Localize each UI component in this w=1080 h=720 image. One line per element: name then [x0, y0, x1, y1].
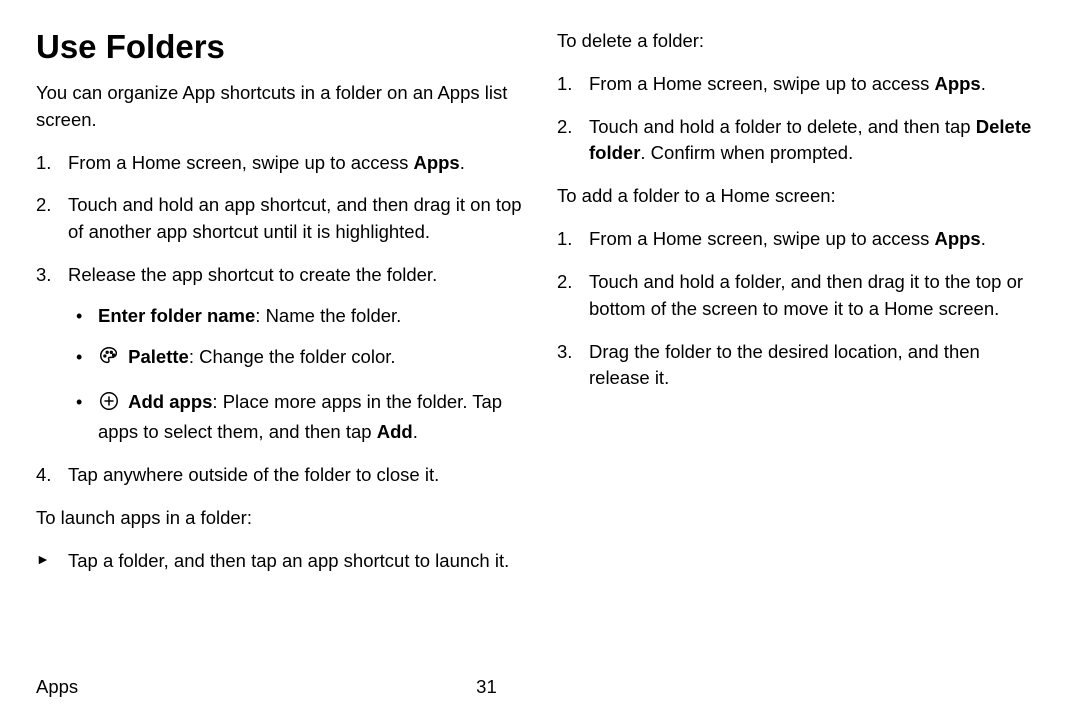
step-3: Release the app shortcut to create the f… — [36, 262, 523, 446]
delete-heading: To delete a folder: — [557, 28, 1044, 55]
palette-bold: Palette — [128, 346, 189, 367]
footer-page-number: 31 — [476, 676, 497, 698]
addhome-step-1: From a Home screen, swipe up to access A… — [557, 226, 1044, 253]
addhome-step-2: Touch and hold a folder, and then drag i… — [557, 269, 1044, 323]
step-4: Tap anywhere outside of the folder to cl… — [36, 462, 523, 489]
enter-folder-name-bold: Enter folder name — [98, 305, 255, 326]
intro-paragraph: You can organize App shortcuts in a fold… — [36, 80, 523, 134]
footer-section: Apps — [36, 676, 78, 698]
step-3-bullets: Enter folder name: Name the folder. — [68, 303, 523, 446]
addhome-steps: From a Home screen, swipe up to access A… — [557, 226, 1044, 392]
create-folder-steps: From a Home screen, swipe up to access A… — [36, 150, 523, 489]
delete-apps-bold: Apps — [934, 73, 980, 94]
step-2: Touch and hold an app shortcut, and then… — [36, 192, 523, 246]
delete-step-1: From a Home screen, swipe up to access A… — [557, 71, 1044, 98]
add-apps-bold: Add apps — [128, 391, 212, 412]
step-1-after: . — [460, 152, 465, 173]
delete-step-2-after: . Confirm when prompted. — [640, 142, 853, 163]
apps-bold: Apps — [413, 152, 459, 173]
step-1-text: From a Home screen, swipe up to access — [68, 152, 413, 173]
delete-step-2: Touch and hold a folder to delete, and t… — [557, 114, 1044, 168]
delete-step-1-after: . — [981, 73, 986, 94]
bullet-palette: Palette: Change the folder color. — [68, 344, 523, 375]
palette-icon — [98, 345, 120, 375]
step-3-text: Release the app shortcut to create the f… — [68, 264, 437, 285]
delete-folder-steps: From a Home screen, swipe up to access A… — [557, 71, 1044, 167]
content-columns: Use Folders You can organize App shortcu… — [36, 28, 1044, 591]
bullet-enter-name: Enter folder name: Name the folder. — [68, 303, 523, 330]
step-1: From a Home screen, swipe up to access A… — [36, 150, 523, 177]
delete-step-2-before: Touch and hold a folder to delete, and t… — [589, 116, 976, 137]
launch-heading: To launch apps in a folder: — [36, 505, 523, 532]
addhome-step-3: Drag the folder to the desired location,… — [557, 339, 1044, 393]
right-column: To delete a folder: From a Home screen, … — [557, 28, 1044, 591]
launch-step: Tap a folder, and then tap an app shortc… — [36, 548, 523, 575]
enter-folder-name-rest: : Name the folder. — [255, 305, 401, 326]
add-apps-rest2: . — [413, 421, 418, 442]
add-bold: Add — [377, 421, 413, 442]
page-footer: Apps 31 — [36, 676, 1044, 698]
bullet-add-apps: Add apps: Place more apps in the folder.… — [68, 389, 523, 447]
addhome-step-1-after: . — [981, 228, 986, 249]
left-column: Use Folders You can organize App shortcu… — [36, 28, 523, 591]
addhome-apps-bold: Apps — [934, 228, 980, 249]
delete-step-1-before: From a Home screen, swipe up to access — [589, 73, 934, 94]
plus-circle-icon — [98, 390, 120, 420]
addhome-step-1-before: From a Home screen, swipe up to access — [589, 228, 934, 249]
addhome-heading: To add a folder to a Home screen: — [557, 183, 1044, 210]
palette-rest: : Change the folder color. — [189, 346, 396, 367]
page-title: Use Folders — [36, 28, 523, 66]
